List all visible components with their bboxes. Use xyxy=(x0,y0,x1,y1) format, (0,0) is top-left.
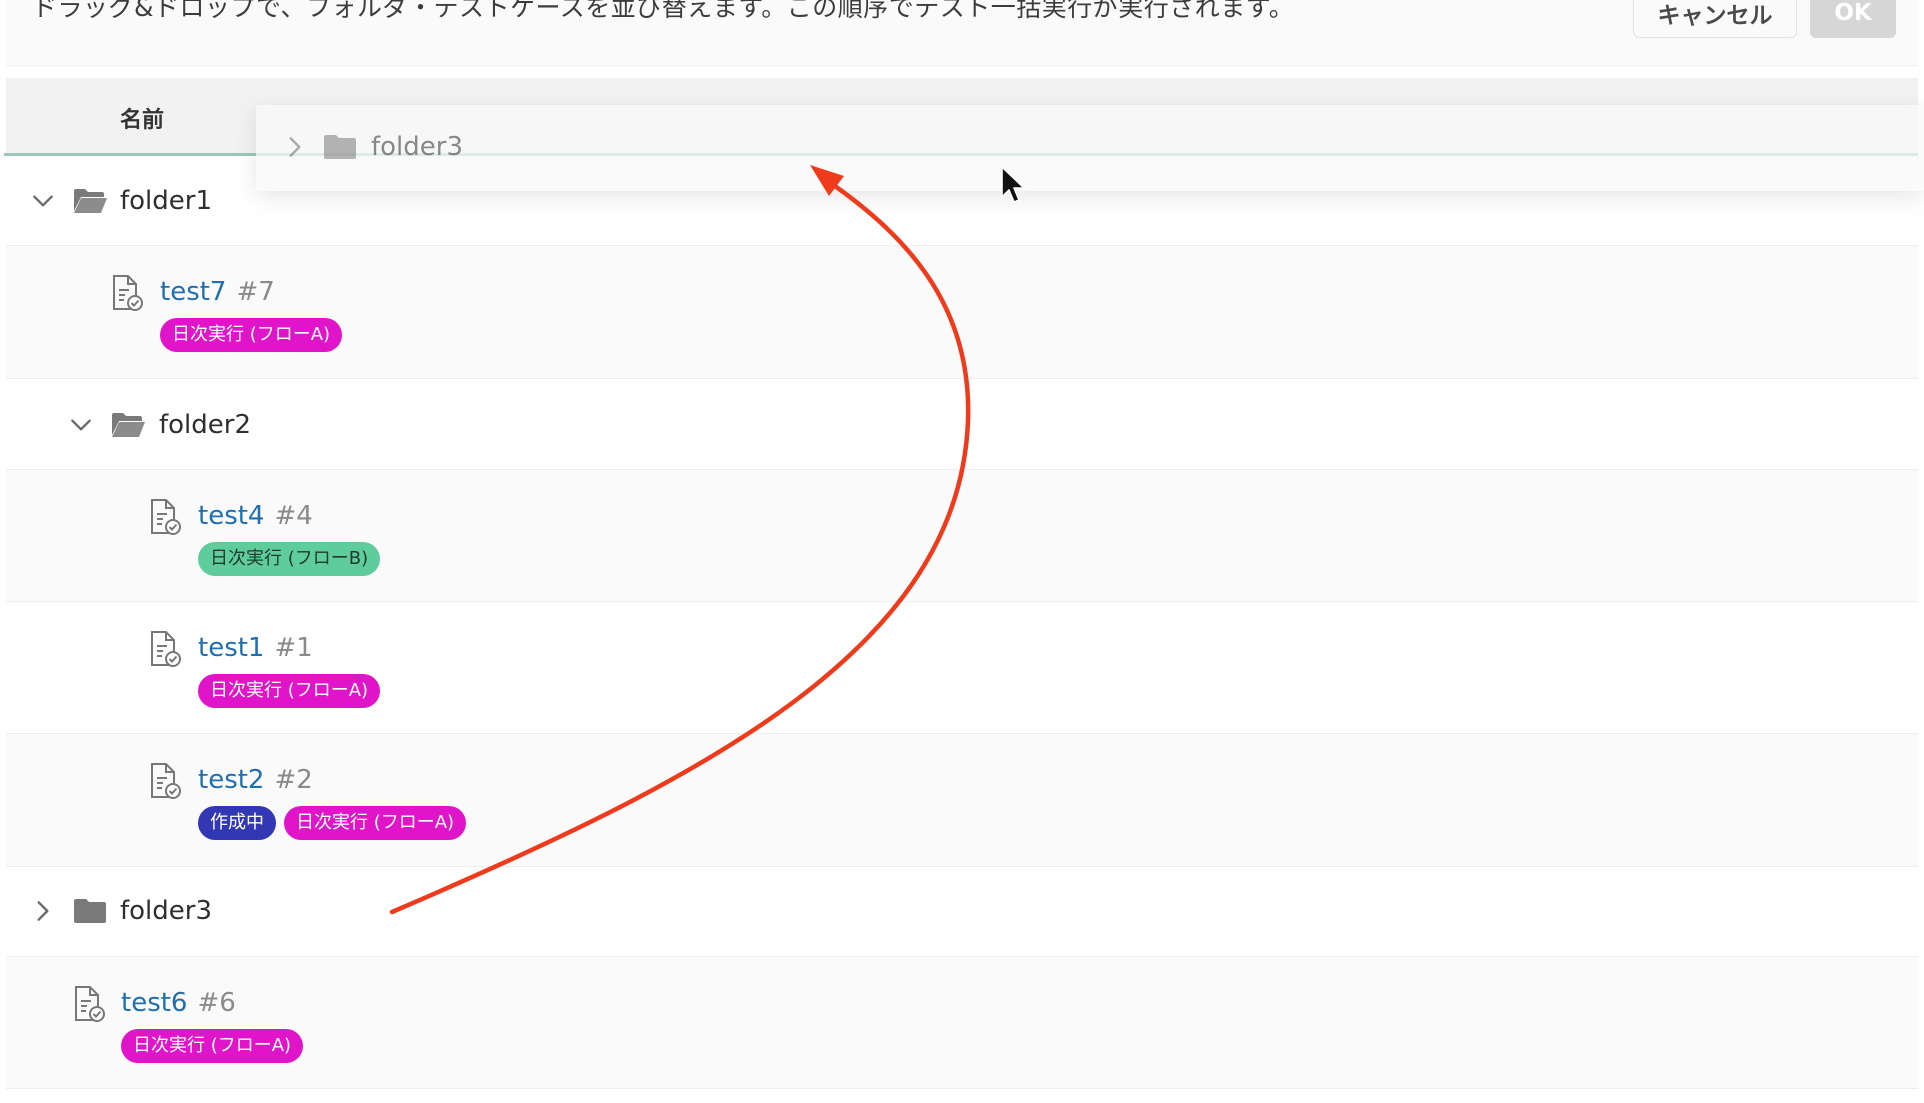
tree-row-test2[interactable]: test2 #2 作成中 日次実行 (フローA) xyxy=(6,734,1918,867)
folder-name: folder3 xyxy=(120,896,213,926)
test-case-icon xyxy=(72,985,106,1023)
test-case-name[interactable]: test2 #2 xyxy=(198,765,313,795)
column-header-name: 名前 xyxy=(120,108,165,133)
dialog-toolbar: ドラッグ&ドロップで、フォルダ・テストケースを並び替えます。この順序でテスト一括… xyxy=(6,0,1918,66)
test-case-id: #6 xyxy=(197,988,236,1018)
test-case-name[interactable]: test1 #1 xyxy=(198,633,313,663)
test-case-icon xyxy=(148,630,182,668)
test-case-icon xyxy=(148,498,182,536)
tree-row-folder2[interactable]: folder2 xyxy=(6,379,1918,470)
tag-list: 日次実行 (フローA) xyxy=(121,1029,304,1063)
tree-row-folder3[interactable]: folder3 xyxy=(6,867,1918,957)
tag-flow-a: 日次実行 (フローA) xyxy=(121,1029,304,1063)
chevron-down-icon[interactable] xyxy=(68,412,94,438)
tag-list: 作成中 日次実行 (フローA) xyxy=(198,806,467,840)
test-case-icon xyxy=(148,762,182,800)
drag-ghost-row[interactable]: folder3 xyxy=(256,105,1924,191)
tag-flow-a: 日次実行 (フローA) xyxy=(198,674,381,708)
drag-ghost-label: folder3 xyxy=(371,132,464,162)
tag-flow-a: 日次実行 (フローA) xyxy=(160,318,343,352)
cancel-button[interactable]: キャンセル xyxy=(1633,0,1797,38)
tag-list: 日次実行 (フローA) xyxy=(160,318,343,352)
folder-icon xyxy=(72,897,108,925)
test-case-name[interactable]: test4 #4 xyxy=(198,501,313,531)
test-case-id: #1 xyxy=(274,633,313,663)
tag-draft: 作成中 xyxy=(198,806,276,840)
test-case-name[interactable]: test7 #7 xyxy=(160,277,275,307)
test-case-name[interactable]: test6 #6 xyxy=(121,988,236,1018)
tag-flow-b: 日次実行 (フローB) xyxy=(198,542,381,576)
tag-flow-a: 日次実行 (フローA) xyxy=(284,806,467,840)
ok-button[interactable]: OK xyxy=(1810,0,1896,38)
chevron-right-icon xyxy=(282,134,308,160)
folder-open-icon xyxy=(110,411,146,439)
folder-name: folder1 xyxy=(120,186,213,216)
test-case-icon xyxy=(110,274,144,312)
test-case-id: #7 xyxy=(236,277,275,307)
reorder-dialog: ドラッグ&ドロップで、フォルダ・テストケースを並び替えます。この順序でテスト一括… xyxy=(0,0,1924,1103)
instruction-text: ドラッグ&ドロップで、フォルダ・テストケースを並び替えます。この順序でテスト一括… xyxy=(32,0,1295,22)
chevron-right-icon[interactable] xyxy=(30,898,56,924)
folder-name: folder2 xyxy=(159,410,252,440)
tree-row-test4[interactable]: test4 #4 日次実行 (フローB) xyxy=(6,470,1918,602)
tree-row-test6[interactable]: test6 #6 日次実行 (フローA) xyxy=(6,957,1918,1089)
test-case-id: #4 xyxy=(274,501,313,531)
test-case-id: #2 xyxy=(274,765,313,795)
folder-icon xyxy=(322,133,358,161)
chevron-down-icon[interactable] xyxy=(30,188,56,214)
tree-row-test1[interactable]: test1 #1 日次実行 (フローA) xyxy=(6,602,1918,734)
folder-open-icon xyxy=(72,187,108,215)
tag-list: 日次実行 (フローA) xyxy=(198,674,381,708)
tree-row-test7[interactable]: test7 #7 日次実行 (フローA) xyxy=(6,246,1918,379)
tag-list: 日次実行 (フローB) xyxy=(198,542,381,576)
